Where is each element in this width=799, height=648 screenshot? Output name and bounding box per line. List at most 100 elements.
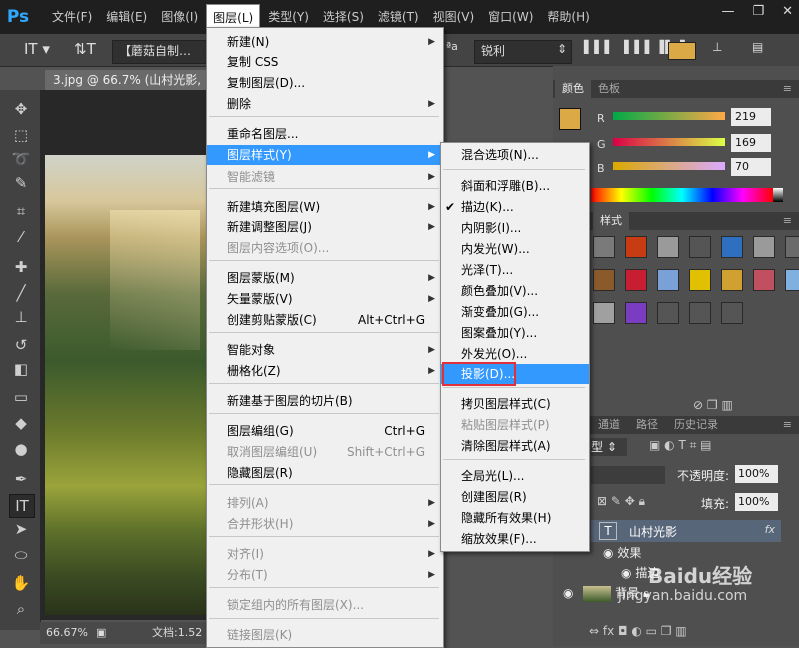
style-menu-item-15[interactable]: 创建图层(R)	[441, 487, 589, 507]
style-menu-item-4[interactable]: 内发光(W)...	[441, 239, 589, 259]
red-value-input[interactable]: 219	[731, 108, 771, 126]
style-menu-item-13[interactable]: 清除图层样式(A)	[441, 436, 589, 456]
effects-row[interactable]: ◉ 效果	[603, 544, 641, 561]
close-icon[interactable]: ✕	[782, 4, 793, 19]
minimize-icon[interactable]: —	[721, 4, 734, 19]
style-swatch[interactable]	[689, 302, 711, 324]
eyedropper-tool-icon[interactable]: ⁄	[9, 226, 33, 248]
style-menu-item-2[interactable]: ✔ 描边(K)...	[441, 197, 589, 217]
layer-menu-item-0[interactable]: 新建(N) ▶	[207, 32, 443, 52]
style-swatch[interactable]	[625, 302, 647, 324]
layer-row-text[interactable]: T 山村光影 fx	[591, 520, 781, 542]
blue-slider[interactable]	[613, 162, 725, 170]
layer-menu-item-1[interactable]: 复制 CSS	[207, 52, 443, 72]
style-menu-item-5[interactable]: 光泽(T)...	[441, 260, 589, 280]
fill-input[interactable]: 100%	[735, 493, 778, 511]
panel-menu-icon[interactable]: ≡	[776, 80, 799, 98]
lasso-tool-icon[interactable]: ➰	[9, 148, 33, 170]
layer-menu-item-18[interactable]: 隐藏图层(R)	[207, 463, 443, 483]
style-swatch[interactable]	[689, 236, 711, 258]
green-value-input[interactable]: 169	[731, 134, 771, 152]
antialias-select[interactable]: 锐利 ⇕	[474, 40, 572, 64]
panels-toggle-icon[interactable]: ▤	[752, 40, 763, 60]
menu-1[interactable]: 编辑(E)	[100, 4, 153, 31]
type-tool-icon[interactable]: IT	[9, 494, 35, 518]
layer-menu-item-12[interactable]: 创建剪贴蒙版(C) Alt+Ctrl+G	[207, 310, 443, 330]
tab-styles[interactable]: 样式	[593, 212, 629, 230]
style-menu-item-16[interactable]: 隐藏所有效果(H)	[441, 508, 589, 528]
style-swatch[interactable]	[721, 236, 743, 258]
style-swatch[interactable]	[785, 236, 799, 258]
style-menu-item-8[interactable]: 图案叠加(Y)...	[441, 323, 589, 343]
hand-tool-icon[interactable]: ✋	[9, 572, 33, 594]
style-menu-item-7[interactable]: 渐变叠加(G)...	[441, 302, 589, 322]
style-menu-item-11[interactable]: 拷贝图层样式(C)	[441, 394, 589, 414]
zoom-tool-icon[interactable]: ⌕	[9, 598, 33, 620]
eye-icon[interactable]: ◉	[563, 586, 573, 600]
type-tool-icon[interactable]: IT ▾	[24, 40, 50, 60]
layer-menu-item-16[interactable]: 图层编组(G) Ctrl+G	[207, 421, 443, 441]
style-swatch[interactable]	[753, 236, 775, 258]
layer-menu-item-4[interactable]: 重命名图层...	[207, 124, 443, 144]
tab-color[interactable]: 颜色	[555, 80, 591, 98]
style-swatch[interactable]	[785, 269, 799, 291]
style-menu-item-9[interactable]: 外发光(O)...	[441, 344, 589, 364]
grayscale-bar[interactable]	[773, 188, 783, 202]
tab-paths[interactable]: 路径	[629, 416, 665, 434]
style-menu-item-6[interactable]: 颜色叠加(V)...	[441, 281, 589, 301]
style-swatch[interactable]	[689, 269, 711, 291]
history-brush-icon[interactable]: ↺	[9, 334, 33, 356]
dodge-tool-icon[interactable]: ●	[9, 438, 33, 460]
status-icon[interactable]: ▣	[96, 622, 106, 644]
layer-menu-item-8[interactable]: 新建调整图层(J) ▶	[207, 217, 443, 237]
restore-icon[interactable]: ❐	[752, 4, 764, 19]
eye-icon[interactable]: ◉	[621, 566, 631, 580]
pen-tool-icon[interactable]: ✒	[9, 468, 33, 490]
style-menu-item-10[interactable]: 投影(D)...	[441, 362, 589, 386]
opacity-input[interactable]: 100%	[735, 465, 778, 483]
style-swatch[interactable]	[625, 269, 647, 291]
style-menu-item-3[interactable]: 内阴影(I)...	[441, 218, 589, 238]
crop-tool-icon[interactable]: ⌗	[9, 200, 33, 222]
ellipse-tool-icon[interactable]: ⬭	[9, 544, 33, 566]
foreground-color-swatch[interactable]	[559, 108, 581, 130]
move-tool-icon[interactable]: ✥	[9, 98, 33, 120]
blue-value-input[interactable]: 70	[731, 158, 771, 176]
path-select-tool-icon[interactable]: ➤	[9, 518, 33, 540]
layer-menu-item-13[interactable]: 智能对象 ▶	[207, 340, 443, 360]
stamp-tool-icon[interactable]: ⊥	[9, 306, 33, 328]
layer-menu-item-2[interactable]: 复制图层(D)...	[207, 73, 443, 93]
blur-tool-icon[interactable]: ◆	[9, 412, 33, 434]
layers-footer-icons[interactable]: ⇔ fx ◘ ◐ ▭ ❐ ▥	[589, 624, 687, 638]
blend-mode-select[interactable]	[591, 466, 665, 484]
style-menu-item-17[interactable]: 缩放效果(F)...	[441, 529, 589, 549]
eraser-tool-icon[interactable]: ◧	[9, 358, 33, 380]
zoom-level[interactable]: 66.67%	[46, 622, 88, 644]
layer-kind-filter[interactable]: 型 ⇕	[591, 438, 627, 456]
layer-filter-icons[interactable]: ▣ ◐ T ⌗ ▤	[649, 438, 712, 453]
layer-menu-item-14[interactable]: 栅格化(Z) ▶	[207, 361, 443, 381]
layer-name[interactable]: 山村光影	[629, 523, 677, 540]
layer-menu-item-7[interactable]: 新建填充图层(W) ▶	[207, 197, 443, 217]
tab-channels[interactable]: 通道	[591, 416, 627, 434]
layer-menu-item-5[interactable]: 图层样式(Y) ▶	[207, 145, 443, 165]
style-swatch[interactable]	[753, 269, 775, 291]
fx-icon[interactable]: fx	[765, 523, 775, 536]
layers-menu-icon[interactable]: ≡	[776, 416, 799, 434]
layer-menu-item-3[interactable]: 删除 ▶	[207, 94, 443, 114]
style-swatch[interactable]	[657, 236, 679, 258]
layer-menu-item-15[interactable]: 新建基于图层的切片(B)	[207, 391, 443, 411]
style-menu-item-14[interactable]: 全局光(L)...	[441, 466, 589, 486]
text-color-swatch[interactable]	[668, 42, 696, 60]
style-swatch[interactable]	[593, 302, 615, 324]
tab-history[interactable]: 历史记录	[667, 416, 725, 434]
brush-tool-icon[interactable]: ╱	[9, 282, 33, 304]
gradient-tool-icon[interactable]: ▭	[9, 386, 33, 408]
styles-menu-icon[interactable]: ≡	[776, 212, 799, 230]
document-tab[interactable]: 3.jpg @ 66.7% (山村光影, RG	[45, 70, 223, 90]
style-swatch[interactable]	[625, 236, 647, 258]
menu-0[interactable]: 文件(F)	[46, 4, 98, 31]
orientation-toggle-icon[interactable]: ⇅T	[74, 40, 96, 60]
menu-9[interactable]: 帮助(H)	[541, 4, 595, 31]
layer-menu-item-11[interactable]: 矢量蒙版(V) ▶	[207, 289, 443, 309]
